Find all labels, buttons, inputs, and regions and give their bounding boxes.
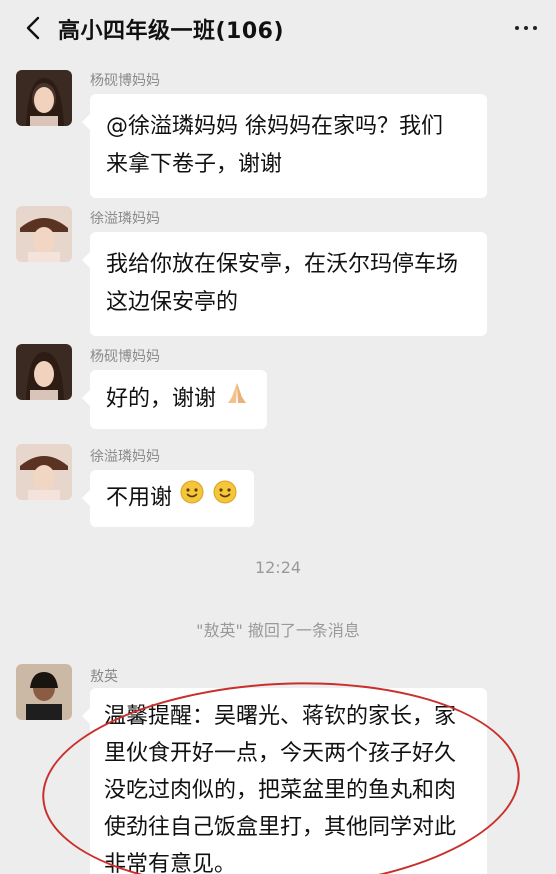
message-bubble[interactable]: 好的，谢谢: [81, 370, 268, 429]
sender-name: 徐溢璘妈妈: [90, 211, 160, 227]
message-line: @徐溢璘妈妈 徐妈妈在家吗？我们: [106, 114, 443, 139]
message-bubble[interactable]: 不用谢: [81, 470, 255, 527]
avatar[interactable]: [16, 70, 72, 126]
smile-emoji-icon: [179, 479, 205, 518]
message-text: 不用谢: [106, 485, 173, 511]
recall-notice: "敖英" 撤回了一条消息: [196, 621, 360, 640]
back-icon[interactable]: [18, 12, 50, 44]
chat-header: 高小四年级一班(106): [0, 0, 556, 56]
praying-hands-icon: [223, 379, 251, 420]
chat-message: 杨砚博妈妈 好的，谢谢: [0, 338, 556, 429]
more-dots-icon[interactable]: [508, 16, 544, 40]
message-bubble[interactable]: 温馨提醒：吴曙光、蒋钦的家长，家 里伙食开好一点，今天两个孩子好久 没吃过肉似的…: [82, 688, 487, 874]
message-line: 里伙食开好一点，今天两个孩子好久: [104, 741, 457, 766]
chat-message: 徐溢璘妈妈 我给你放在保安亭，在沃尔玛停车场 这边保安亭的: [0, 200, 556, 336]
avatar[interactable]: [16, 206, 72, 262]
message-line: 这边保安亭的: [106, 290, 239, 315]
message-text: 好的，谢谢: [106, 386, 217, 412]
message-line: 非常有意见。: [104, 852, 237, 874]
message-line: 我给你放在保安亭，在沃尔玛停车场: [106, 252, 459, 277]
message-line: 没吃过肉似的，把菜盆里的鱼丸和肉: [104, 778, 457, 803]
chat-title: 高小四年级一班(106): [58, 19, 285, 44]
smile-emoji-icon: [212, 479, 238, 518]
chat-message: 敖英 温馨提醒：吴曙光、蒋钦的家长，家 里伙食开好一点，今天两个孩子好久 没吃过…: [0, 660, 556, 874]
timestamp: 12:24: [254, 558, 302, 577]
sender-name: 敖英: [90, 669, 118, 685]
sender-name: 杨砚博妈妈: [90, 349, 160, 365]
avatar[interactable]: [16, 664, 72, 720]
avatar[interactable]: [16, 444, 72, 500]
sender-name: 徐溢璘妈妈: [90, 449, 160, 465]
message-line: 温馨提醒：吴曙光、蒋钦的家长，家: [104, 704, 457, 729]
message-line: 来拿下卷子，谢谢: [106, 152, 283, 177]
message-bubble[interactable]: @徐溢璘妈妈 徐妈妈在家吗？我们 来拿下卷子，谢谢: [82, 94, 487, 198]
avatar[interactable]: [16, 344, 72, 400]
chat-message: 徐溢璘妈妈 不用谢: [0, 438, 556, 528]
message-line: 使劲往自己饭盒里打，其他同学对此: [104, 815, 457, 840]
sender-name: 杨砚博妈妈: [90, 73, 160, 89]
chat-message: 杨砚博妈妈 @徐溢璘妈妈 徐妈妈在家吗？我们 来拿下卷子，谢谢: [0, 62, 556, 198]
message-bubble[interactable]: 我给你放在保安亭，在沃尔玛停车场 这边保安亭的: [82, 232, 487, 336]
